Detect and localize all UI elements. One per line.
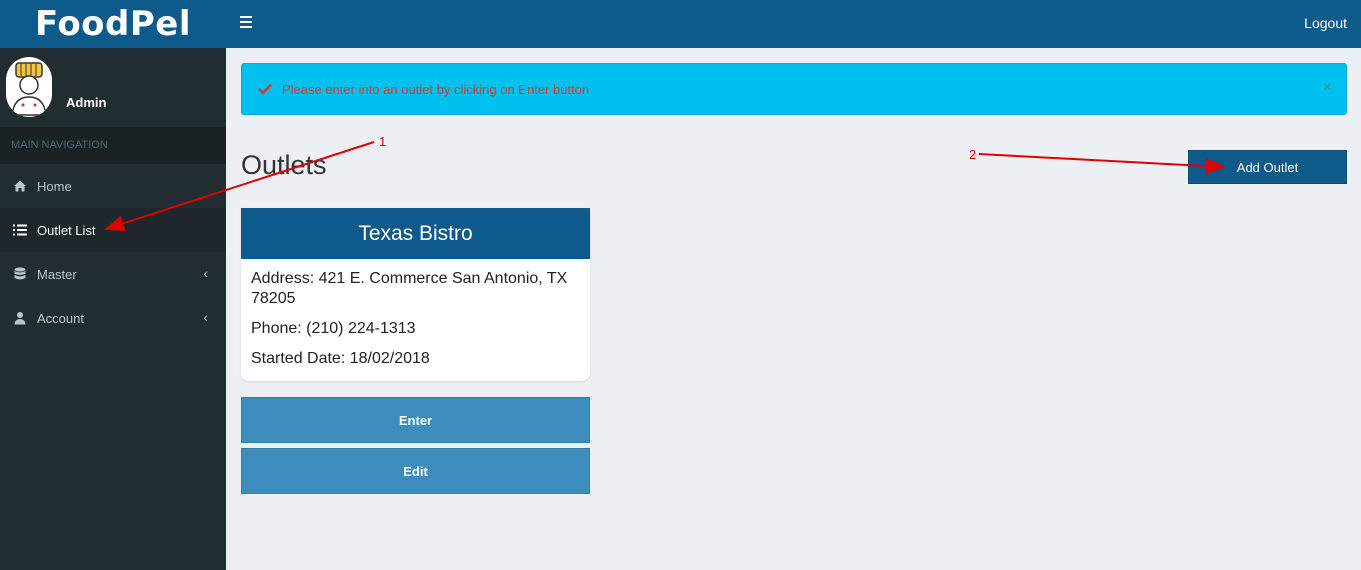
sidebar-item-account[interactable]: Account ‹ — [0, 296, 226, 340]
close-icon[interactable]: × — [1323, 79, 1332, 97]
user-name: Admin — [66, 95, 107, 110]
sidebar-item-label: Outlet List — [37, 222, 96, 238]
outlet-details: Address: 421 E. Commerce San Antonio, TX… — [241, 259, 590, 389]
user-panel: Admin — [0, 48, 226, 127]
home-icon — [13, 179, 27, 193]
outlet-address: Address: 421 E. Commerce San Antonio, TX… — [251, 270, 568, 307]
sidebar-item-home[interactable]: Home — [0, 164, 226, 208]
database-icon — [13, 267, 27, 281]
outlet-phone: Phone: (210) 224-1313 — [251, 320, 416, 337]
enter-button[interactable]: Enter — [241, 397, 590, 443]
check-icon — [258, 82, 272, 100]
sidebar-item-label: Account — [37, 310, 84, 326]
user-icon — [13, 311, 27, 325]
outlet-name: Texas Bistro — [241, 208, 590, 259]
outlet-card: Texas Bistro Address: 421 E. Commerce Sa… — [241, 208, 590, 381]
annotation-label-2: 2 — [969, 147, 977, 162]
sidebar-item-label: Master — [37, 266, 77, 282]
sidebar-item-outlet-list[interactable]: Outlet List — [0, 208, 226, 252]
sidebar: Admin MAIN NAVIGATION Home Outlet List M… — [0, 48, 226, 570]
nav-header: MAIN NAVIGATION — [0, 127, 226, 164]
hamburger-menu-icon[interactable] — [240, 13, 254, 33]
alert-message: Please enter into an outlet by clicking … — [282, 82, 590, 97]
info-alert: Please enter into an outlet by clicking … — [241, 63, 1347, 115]
chef-avatar-icon — [6, 57, 52, 117]
list-icon — [13, 223, 27, 237]
outlet-started-date: Started Date: 18/02/2018 — [251, 350, 430, 367]
sidebar-item-label: Home — [37, 178, 72, 194]
chevron-left-icon: ‹ — [203, 309, 208, 325]
add-outlet-button[interactable]: Add Outlet — [1188, 150, 1347, 184]
top-navbar: Logout — [226, 0, 1361, 48]
app-logo: FoodPel — [34, 4, 192, 44]
sidebar-item-master[interactable]: Master ‹ — [0, 252, 226, 296]
annotation-label-1: 1 — [379, 134, 387, 149]
edit-button[interactable]: Edit — [241, 448, 590, 494]
page-title: Outlets — [241, 150, 327, 180]
chevron-left-icon: ‹ — [203, 265, 208, 281]
logo-area[interactable]: FoodPel — [0, 0, 226, 48]
logout-link[interactable]: Logout — [1304, 15, 1347, 31]
